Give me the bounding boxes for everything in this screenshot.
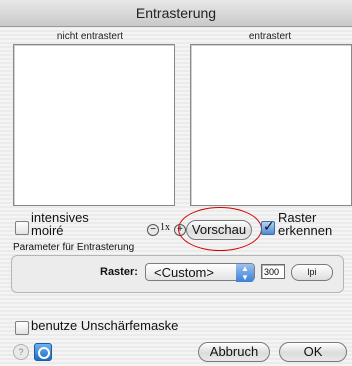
- popup-arrows-icon: ▲ ▼: [236, 264, 254, 282]
- unsharp-mask-checkbox[interactable]: [15, 321, 29, 335]
- raster-value-field[interactable]: 300: [261, 264, 285, 279]
- unit-button[interactable]: lpi: [291, 264, 333, 281]
- window-title: Entrasterung: [0, 0, 352, 27]
- right-preview-label: entrastert: [248, 31, 292, 42]
- detect-screen-label-line2: erkennen: [278, 223, 333, 238]
- help-icon[interactable]: ?: [13, 344, 29, 360]
- dialog-window: Entrasterung nicht entrastert entrastert…: [0, 0, 352, 366]
- ok-button[interactable]: OK: [279, 342, 347, 362]
- detect-screen-checkbox[interactable]: ✓: [261, 218, 275, 235]
- intensive-moire-checkbox[interactable]: [15, 221, 29, 235]
- unsharp-mask-label: benutze Unschärfemaske: [31, 318, 179, 333]
- app-icon[interactable]: [34, 343, 52, 361]
- highlight-annotation: [178, 207, 262, 251]
- raster-label: Raster:: [100, 266, 138, 278]
- zoom-level: 1x: [160, 222, 170, 233]
- left-preview-label: nicht entrastert: [56, 31, 124, 42]
- intensive-moire-label: intensives moiré: [31, 211, 89, 237]
- app-icon-ring: [38, 347, 50, 359]
- intensive-moire-label-line2: moiré: [31, 223, 64, 238]
- parameter-group-title: Parameter für Entrasterung: [13, 242, 135, 253]
- original-preview: [13, 44, 175, 206]
- cancel-button[interactable]: Abbruch: [198, 342, 270, 362]
- raster-select[interactable]: <Custom> ▲ ▼: [145, 263, 255, 282]
- detect-screen-label: Raster erkennen: [278, 211, 332, 237]
- zoom-out-icon[interactable]: −: [147, 224, 159, 236]
- raster-select-value: <Custom>: [154, 265, 214, 280]
- descreened-preview: [190, 44, 352, 206]
